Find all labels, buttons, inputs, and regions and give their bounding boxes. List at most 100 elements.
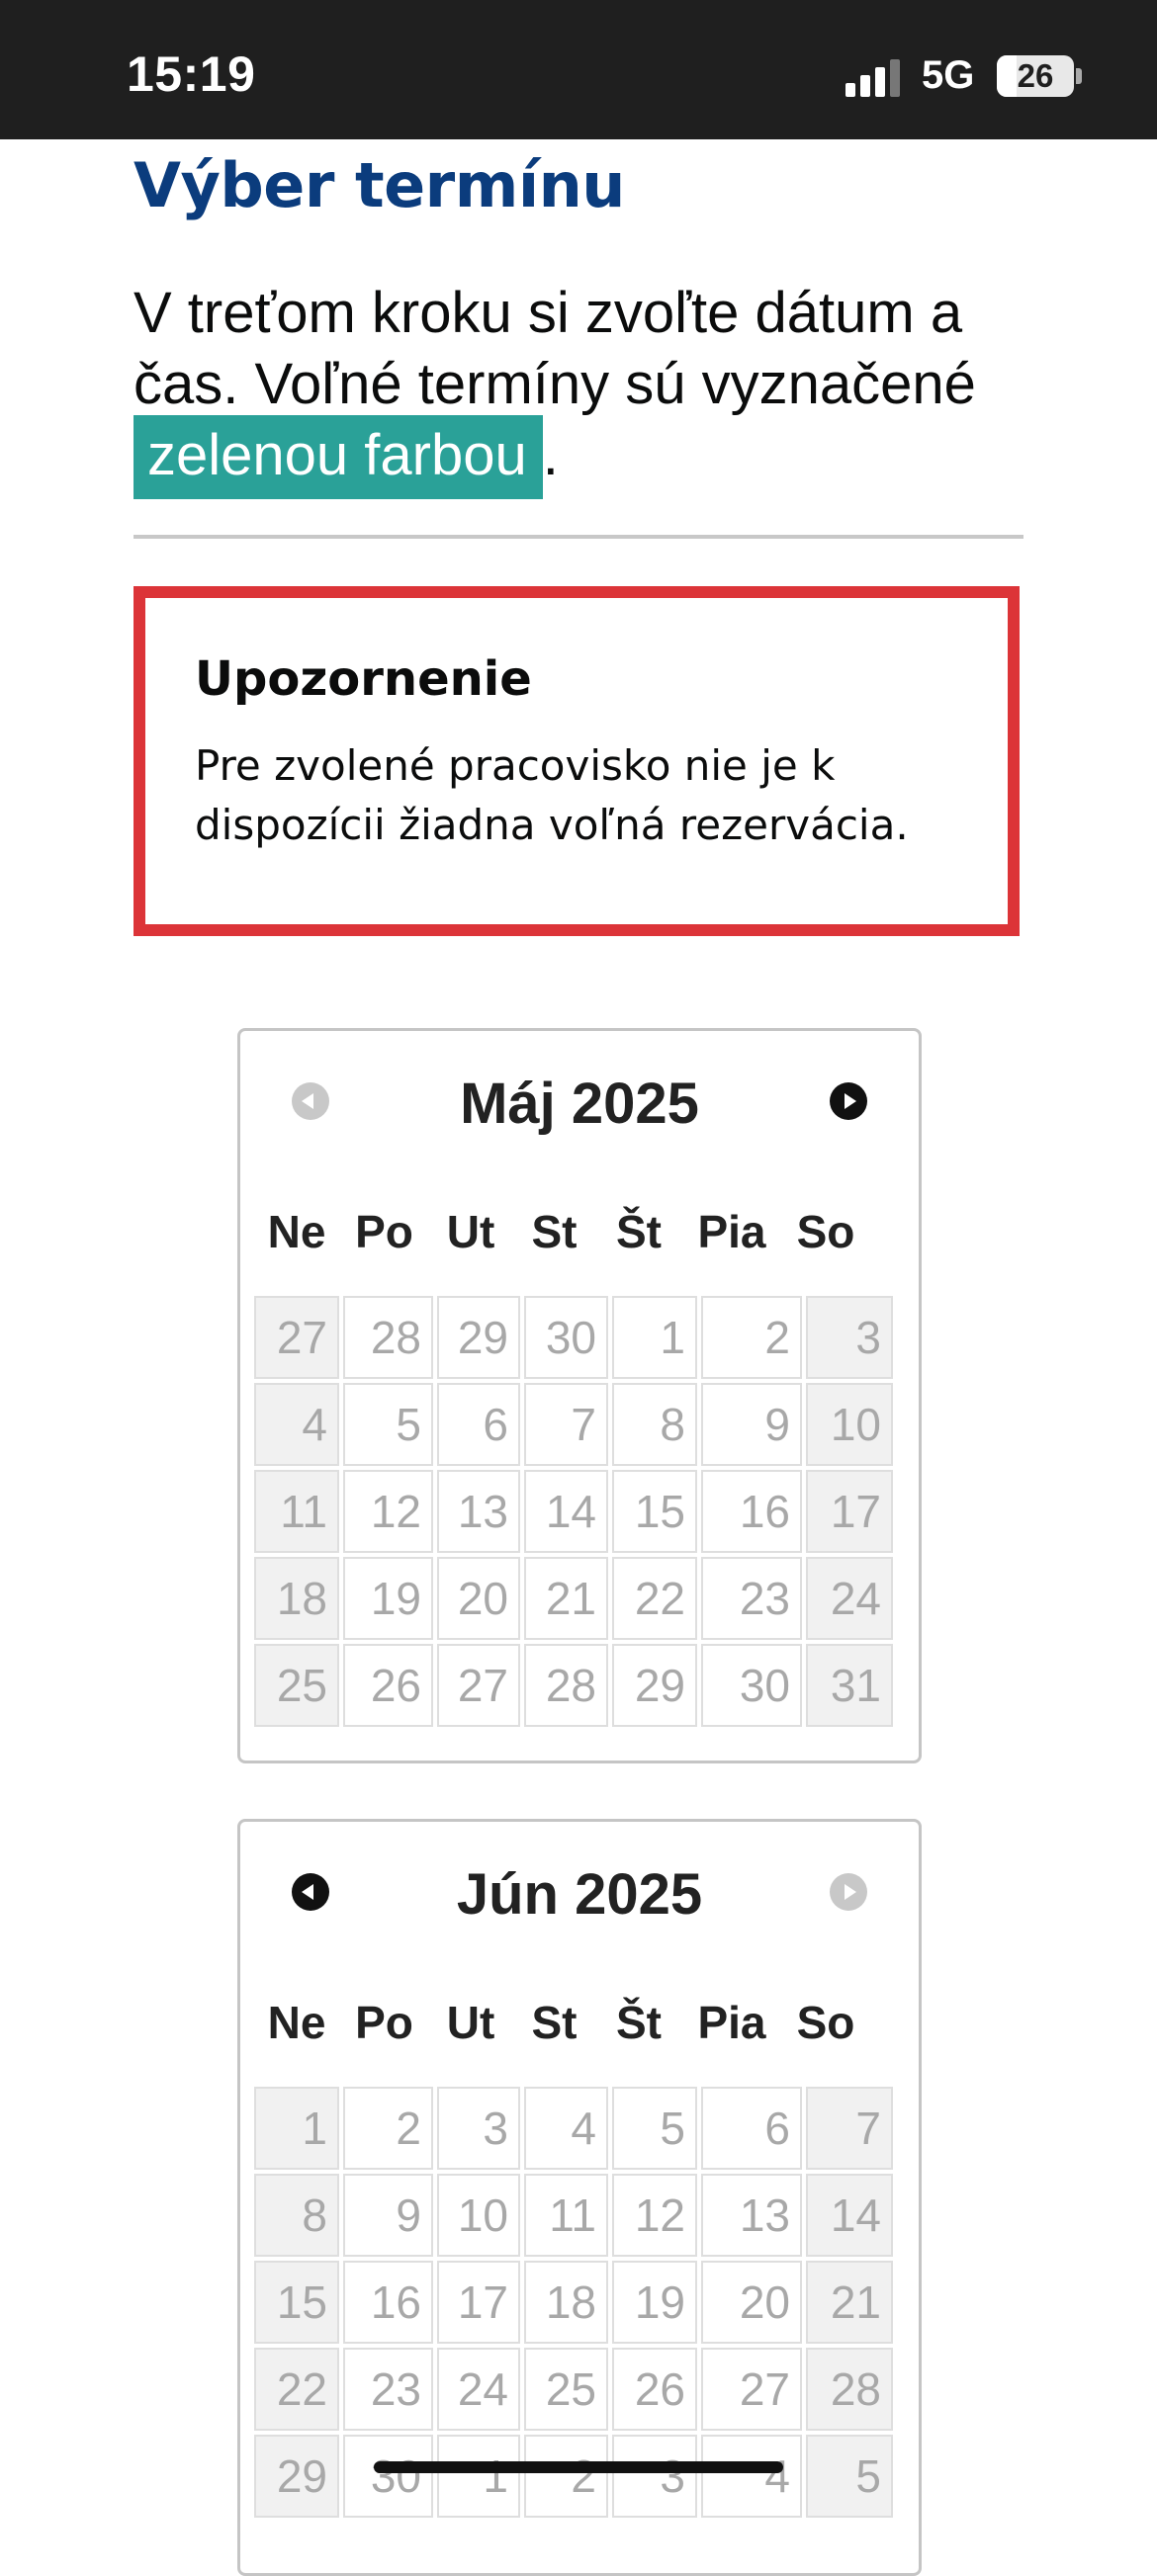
day-cell: 20: [437, 1557, 520, 1640]
day-cell: 26: [612, 2348, 697, 2431]
day-cell: 24: [437, 2348, 520, 2431]
weekday-label: Pia: [697, 1997, 766, 2048]
day-cell: 11: [254, 1470, 339, 1553]
warning-box: Upozornenie Pre zvolené pracovisko nie j…: [134, 586, 1020, 936]
weekday-label: So: [796, 1206, 855, 1257]
day-cell: 1: [437, 2435, 520, 2518]
day-cell: 29: [612, 1644, 697, 1727]
weekday-header: Ne Po Ut St Št Pia So: [254, 1996, 907, 2055]
day-cell: 12: [343, 1470, 433, 1553]
day-cell: 27: [254, 1296, 339, 1379]
day-cell: 14: [524, 1470, 608, 1553]
cellular-signal-icon: [846, 57, 903, 97]
day-cell: 11: [524, 2174, 608, 2257]
battery-percent: 26: [1017, 57, 1054, 94]
day-cell: 25: [524, 2348, 608, 2431]
day-cell: 16: [701, 1470, 802, 1553]
intro-text: V treťom kroku si zvoľte dátum a čas. Vo…: [134, 278, 1024, 499]
day-cell: 22: [254, 2348, 339, 2431]
day-cell: 1: [254, 2087, 339, 2170]
day-cell: 13: [437, 1470, 520, 1553]
day-cell: 28: [806, 2348, 893, 2431]
home-indicator[interactable]: [374, 2461, 783, 2473]
calendar-may-2025: Máj 2025 Ne Po Ut St Št Pia So 27 28 29 …: [237, 1028, 922, 1763]
day-cell: 4: [254, 1383, 339, 1466]
day-cell: 19: [343, 1557, 433, 1640]
calendar-week: 25 26 27 28 29 30 31: [254, 1644, 893, 1731]
page-title: Výber termínu: [134, 149, 625, 221]
day-cell: 23: [701, 1557, 802, 1640]
day-cell: 17: [806, 1470, 893, 1553]
next-month-icon: [830, 1873, 867, 1911]
calendar-week: 4 5 6 7 8 9 10: [254, 1383, 893, 1470]
weekday-label: Po: [355, 1206, 413, 1257]
day-cell: 9: [343, 2174, 433, 2257]
day-cell: 30: [524, 1296, 608, 1379]
day-cell: 28: [524, 1644, 608, 1727]
day-cell: 27: [701, 2348, 802, 2431]
day-cell: 15: [254, 2261, 339, 2344]
day-cell: 26: [343, 1644, 433, 1727]
calendar-title: Jún 2025: [456, 1862, 703, 1927]
network-type: 5G: [922, 53, 975, 97]
next-month-icon[interactable]: [830, 1082, 867, 1120]
weekday-label: Ne: [267, 1997, 326, 2048]
day-cell: 6: [437, 1383, 520, 1466]
day-cell: 21: [806, 2261, 893, 2344]
weekday-label: Po: [355, 1997, 413, 2048]
day-cell: 7: [524, 1383, 608, 1466]
day-cell: 1: [612, 1296, 697, 1379]
day-cell: 18: [524, 2261, 608, 2344]
calendar-week: 15 16 17 18 19 20 21: [254, 2261, 893, 2348]
calendar-week: 22 23 24 25 26 27 28: [254, 2348, 893, 2435]
day-cell: 3: [612, 2435, 697, 2518]
day-cell: 3: [806, 1296, 893, 1379]
day-cell: 16: [343, 2261, 433, 2344]
day-cell: 8: [254, 2174, 339, 2257]
day-cell: 28: [343, 1296, 433, 1379]
day-cell: 14: [806, 2174, 893, 2257]
weekday-label: Št: [616, 1997, 662, 2048]
battery-tip: [1076, 68, 1082, 84]
day-cell: 25: [254, 1644, 339, 1727]
status-time: 15:19: [127, 46, 256, 102]
intro-text-end: .: [542, 423, 559, 487]
weekday-label: Pia: [697, 1206, 766, 1257]
day-cell: 10: [437, 2174, 520, 2257]
weekday-label: Ut: [446, 1997, 495, 2048]
calendar-grid: 1 2 3 4 5 6 7 8 9 10 11 12 13 14 15 16 1…: [254, 2087, 893, 2522]
warning-message: Pre zvolené pracovisko nie je k dispozíc…: [195, 741, 909, 849]
day-cell: 5: [612, 2087, 697, 2170]
day-cell: 8: [612, 1383, 697, 1466]
day-cell: 5: [343, 1383, 433, 1466]
day-cell: 5: [806, 2435, 893, 2518]
day-cell: 6: [701, 2087, 802, 2170]
day-cell: 7: [806, 2087, 893, 2170]
day-cell: 4: [524, 2087, 608, 2170]
day-cell: 31: [806, 1644, 893, 1727]
day-cell: 19: [612, 2261, 697, 2344]
day-cell: 13: [701, 2174, 802, 2257]
weekday-label: Ne: [267, 1206, 326, 1257]
weekday-label: St: [531, 1206, 578, 1257]
intro-highlight: zelenou farbou: [134, 415, 543, 499]
weekday-header: Ne Po Ut St Št Pia So: [254, 1205, 907, 1264]
status-bar: 15:19 5G 26: [0, 0, 1157, 139]
section-divider: [134, 535, 1024, 539]
day-cell: 9: [701, 1383, 802, 1466]
calendar-grid: 27 28 29 30 1 2 3 4 5 6 7 8 9 10 11 12 1…: [254, 1296, 893, 1731]
day-cell: 20: [701, 2261, 802, 2344]
calendar-week: 8 9 10 11 12 13 14: [254, 2174, 893, 2261]
day-cell: 30: [343, 2435, 433, 2518]
intro-text-main: V treťom kroku si zvoľte dátum a čas. Vo…: [134, 281, 976, 416]
calendar-week: 27 28 29 30 1 2 3: [254, 1296, 893, 1383]
day-cell: 2: [701, 1296, 802, 1379]
weekday-label: St: [531, 1997, 578, 2048]
day-cell: 10: [806, 1383, 893, 1466]
day-cell: 2: [343, 2087, 433, 2170]
calendar-week: 1 2 3 4 5 6 7: [254, 2087, 893, 2174]
day-cell: 29: [437, 1296, 520, 1379]
day-cell: 2: [524, 2435, 608, 2518]
day-cell: 4: [701, 2435, 802, 2518]
day-cell: 24: [806, 1557, 893, 1640]
